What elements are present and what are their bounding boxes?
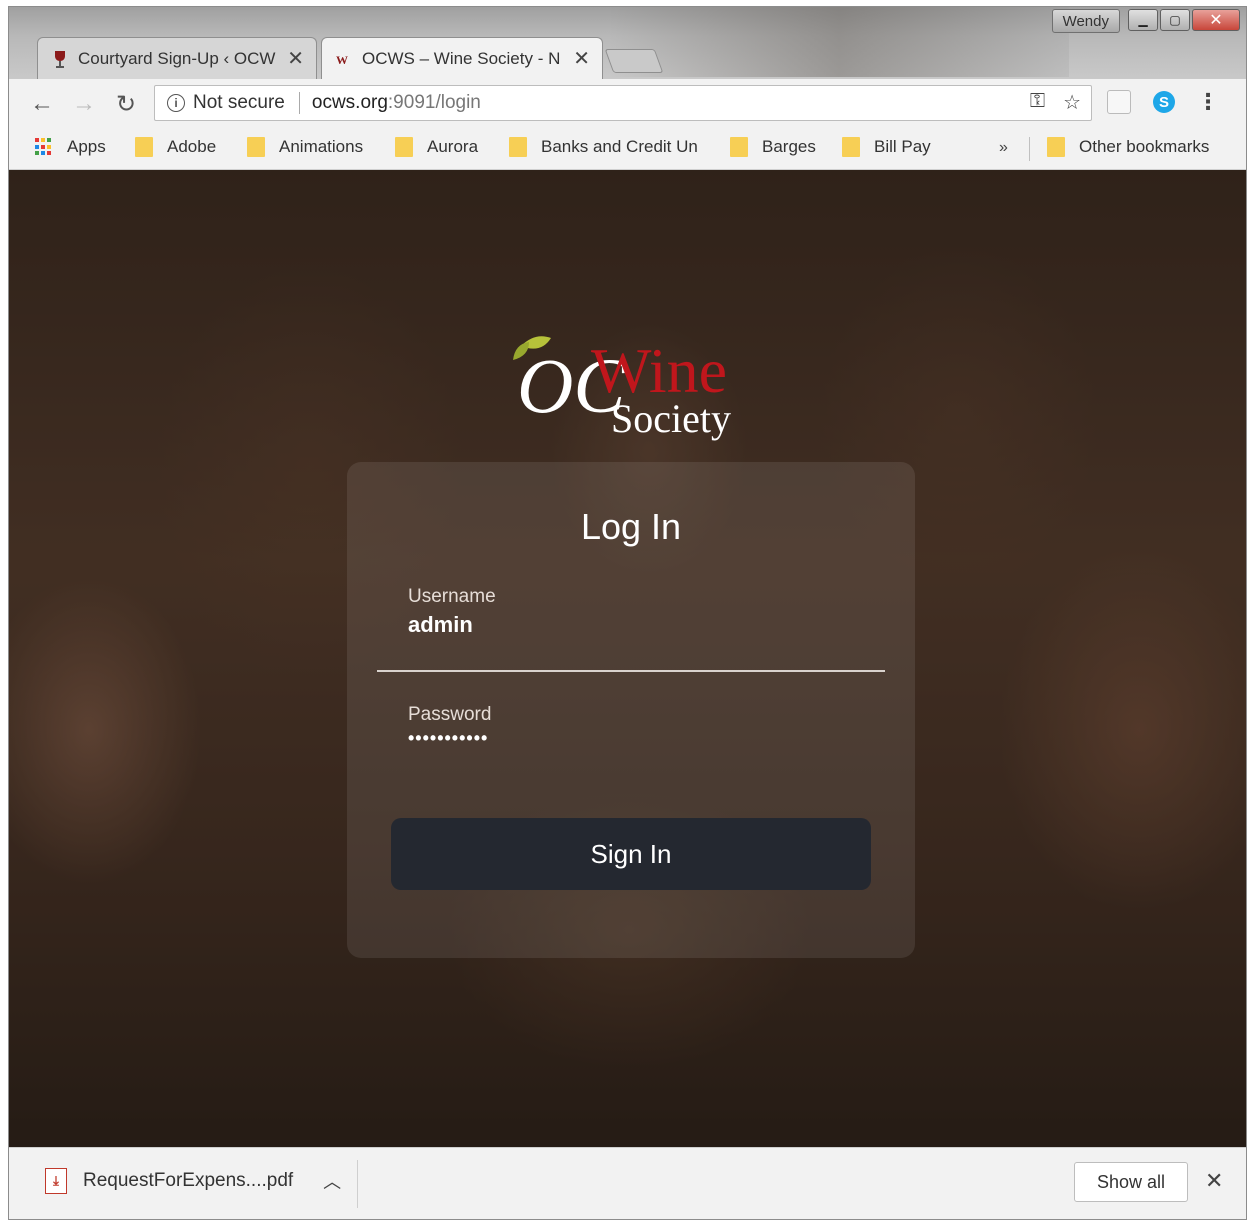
page-title: Log In — [580, 506, 682, 547]
bookmark-label: Aurora — [427, 137, 479, 156]
key-icon[interactable]: ⚿ — [1030, 90, 1045, 115]
close-window-icon[interactable]: ✕ — [1192, 9, 1240, 31]
folder-icon — [395, 137, 413, 157]
bookmark-bill-pay[interactable]: Bill Pay — [842, 137, 931, 157]
bookmark-animations[interactable]: Animations — [247, 137, 363, 157]
ocws-favicon-icon: W — [336, 50, 352, 68]
sign-in-button[interactable]: Sign In — [391, 818, 871, 890]
security-label: Not secure — [193, 92, 285, 113]
bookmark-label: Other bookmarks — [1079, 137, 1210, 156]
extension-icon[interactable] — [1107, 90, 1131, 114]
bookmark-star-icon[interactable]: ☆ — [1063, 90, 1081, 115]
tab-courtyard-signup[interactable]: Courtyard Sign-Up ‹ OCW ✕ — [37, 37, 317, 79]
tab-ocws-wine-society[interactable]: W OCWS – Wine Society - N ✕ — [321, 37, 603, 79]
tab-title: Courtyard Sign-Up ‹ OCW — [78, 48, 276, 68]
url-path: :9091/login — [387, 92, 481, 113]
minimize-icon[interactable]: ▁ — [1128, 9, 1158, 31]
bookmarks-overflow-icon[interactable]: » — [999, 139, 1008, 157]
address-bar[interactable]: i Not secure ocws.org:9091/login ⚿ ☆ — [154, 85, 1092, 121]
bookmark-label: Barges — [762, 137, 816, 156]
maximize-icon[interactable]: ▢ — [1160, 9, 1190, 31]
bookmark-label: Animations — [279, 137, 364, 156]
folder-icon — [842, 137, 860, 157]
reload-icon[interactable]: ↻ — [111, 89, 141, 119]
folder-icon — [730, 137, 748, 157]
username-underline — [377, 670, 885, 672]
menu-kebab-icon[interactable]: ⋮ — [1197, 89, 1219, 115]
browser-window: Courtyard Sign-Up ‹ OCW ✕ W OCWS – Wine … — [8, 6, 1247, 1220]
svg-text:W: W — [336, 53, 348, 67]
window-controls: Wendy ▁ ▢ ✕ — [1051, 9, 1240, 33]
bookmark-banks[interactable]: Banks and Credit Un — [509, 137, 698, 157]
tab-close-icon[interactable]: ✕ — [573, 46, 590, 71]
bookmark-barges[interactable]: Barges — [730, 137, 816, 157]
pdf-file-icon: ⤓ — [45, 1168, 67, 1194]
folder-icon — [1047, 137, 1065, 157]
folder-icon — [135, 137, 153, 157]
bookmark-aurora[interactable]: Aurora — [395, 137, 478, 157]
bookmarks-bar: Apps Adobe Animations Aurora Banks and C… — [9, 129, 1246, 170]
ocws-logo: OC Wine Society — [499, 320, 759, 455]
login-page: OC Wine Society Log In Username admin Pa… — [9, 170, 1246, 1147]
url-host: ocws.org — [311, 92, 388, 113]
bookmark-label: Bill Pay — [874, 137, 931, 156]
bookmark-apps[interactable]: Apps — [35, 137, 106, 157]
profile-badge[interactable]: Wendy — [1051, 9, 1120, 33]
download-filename: RequestForExpens....pdf — [83, 1170, 294, 1191]
logo-society-text: Society — [611, 396, 731, 441]
forward-arrow-icon[interactable]: → — [69, 89, 99, 119]
folder-icon — [247, 137, 265, 157]
chevron-up-icon[interactable]: ︿ — [323, 1168, 341, 1194]
bookmark-other[interactable]: Other bookmarks — [1047, 137, 1209, 157]
browser-toolbar: ← → ↻ i Not secure ocws.org:9091/login ⚿… — [9, 79, 1246, 129]
new-tab-button[interactable] — [604, 49, 664, 73]
folder-icon — [509, 137, 527, 157]
password-label: Password — [408, 704, 492, 725]
tab-close-icon[interactable]: ✕ — [287, 46, 304, 71]
bookmark-label: Apps — [67, 137, 106, 156]
download-shelf: ⤓ RequestForExpens....pdf ︿ Show all ✕ — [9, 1147, 1246, 1219]
bookmark-label: Adobe — [167, 137, 217, 156]
info-icon[interactable]: i — [167, 94, 185, 112]
username-input[interactable]: admin — [408, 612, 473, 638]
tab-title: OCWS – Wine Society - N — [362, 48, 561, 68]
title-bar: Courtyard Sign-Up ‹ OCW ✕ W OCWS – Wine … — [9, 7, 1246, 79]
close-icon[interactable]: ✕ — [1205, 1168, 1223, 1194]
bookmark-label: Banks and Credit Un — [541, 137, 698, 156]
download-item[interactable]: ⤓ RequestForExpens....pdf ︿ — [45, 1168, 341, 1194]
skype-icon[interactable]: S — [1153, 91, 1175, 113]
back-arrow-icon[interactable]: ← — [27, 89, 57, 119]
show-all-button[interactable]: Show all — [1074, 1162, 1188, 1202]
login-card: Log In Username admin Password •••••••••… — [347, 462, 915, 958]
username-label: Username — [408, 586, 496, 607]
wine-glass-favicon-icon — [52, 50, 68, 68]
bookmark-adobe[interactable]: Adobe — [135, 137, 216, 157]
apps-grid-icon — [35, 138, 53, 156]
password-input[interactable]: ••••••••••• — [408, 728, 488, 749]
